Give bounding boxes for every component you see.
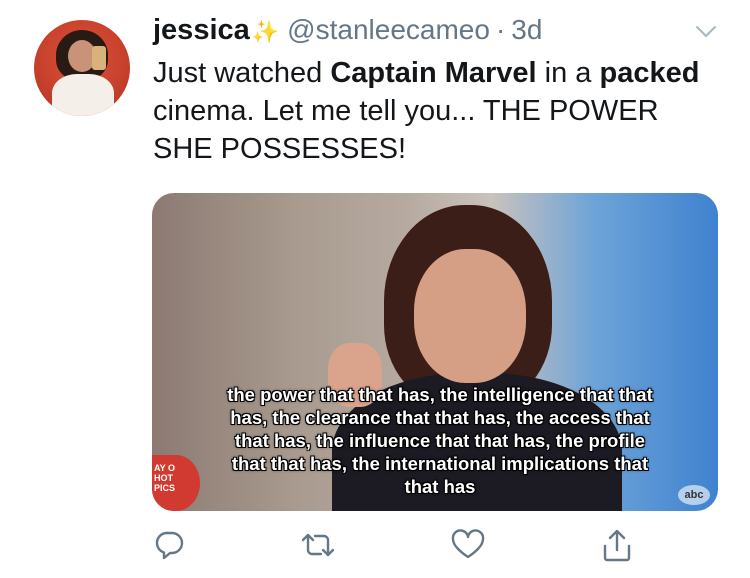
subtitle-line: that has, the influence that that has, t… <box>234 430 646 451</box>
timestamp[interactable]: 3d <box>511 14 542 46</box>
tweet-text-segment: in a <box>536 57 600 89</box>
media-person-face <box>414 249 526 383</box>
separator-dot: · <box>495 14 506 45</box>
user-handle[interactable]: @stanleecameo <box>287 14 490 46</box>
subtitle-line: the power that that has, the intelligenc… <box>227 384 653 405</box>
subtitle-line: has, the clearance that that has, the ac… <box>230 407 650 428</box>
avatar[interactable] <box>34 20 130 116</box>
avatar-shirt <box>52 74 114 116</box>
tweet-actions <box>0 528 750 568</box>
subtitle-line: that has <box>404 476 476 497</box>
chevron-down-icon[interactable] <box>694 22 718 42</box>
tweet-header: jessica ✨ @stanleecameo · 3d <box>153 14 690 52</box>
retweet-icon[interactable] <box>300 528 340 568</box>
tweet-media[interactable]: AY O HOT PICS abc the power that that ha… <box>152 193 718 511</box>
media-subtitles: the power that that has, the intelligenc… <box>172 383 708 498</box>
tweet-text-bold: packed <box>599 57 700 89</box>
tweet-text-segment: Just watched <box>153 57 331 89</box>
sparkles-icon: ✨ <box>251 19 280 44</box>
tweet-text-segment: cinema. Let me tell you... THE POWER SHE… <box>153 95 659 165</box>
share-icon[interactable] <box>600 528 640 568</box>
tweet-text-bold: Captain Marvel <box>330 57 537 89</box>
reply-icon[interactable] <box>152 528 192 568</box>
subtitle-line: that that has, the international implica… <box>231 453 649 474</box>
avatar-phone <box>92 46 106 70</box>
tweet-text: Just watched Captain Marvel in a packed … <box>153 54 713 168</box>
heart-icon[interactable] <box>450 528 490 568</box>
display-name[interactable]: jessica <box>153 14 250 47</box>
